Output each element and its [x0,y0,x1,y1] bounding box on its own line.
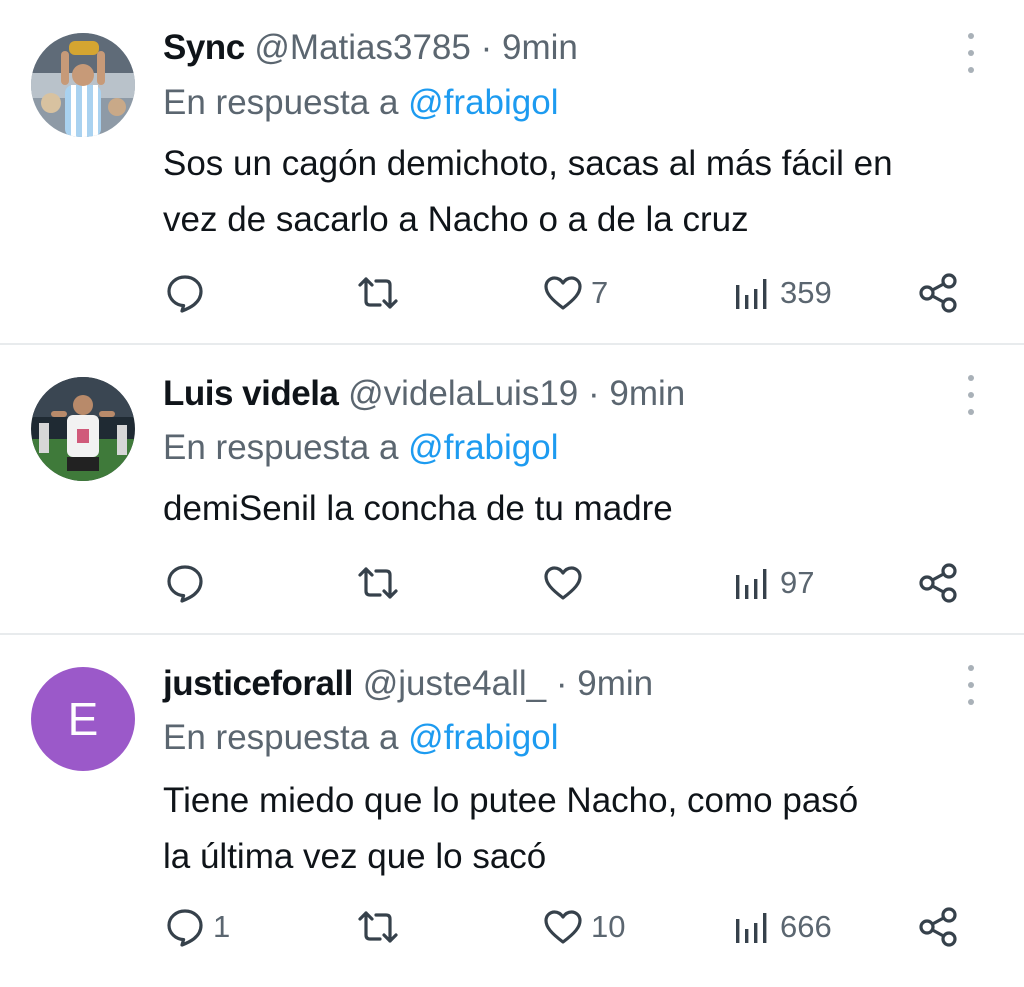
avatar[interactable]: E [31,667,135,771]
tweet-header: Sync @Matias3785 · 9min [163,27,578,69]
timestamp[interactable]: 9min [502,28,578,67]
tweet-text-line: vez de sacarlo a Nacho o a de la cruz [163,200,749,239]
reply-button[interactable] [163,268,213,318]
reply-mention-link[interactable]: @frabigol [408,718,558,757]
reply-button[interactable]: 1 [163,902,230,952]
like-count: 10 [591,909,626,944]
views-button[interactable]: 359 [730,268,832,318]
avatar[interactable] [31,33,135,137]
separator-dot: · [480,28,493,67]
tweet-text-line: la última vez que lo sacó [163,837,547,876]
avatar-letter: E [67,693,99,745]
like-button[interactable] [541,558,591,608]
separator-dot: · [588,374,600,413]
views-icon [736,569,767,599]
reply-feed: Sync @Matias3785 · 9min En respuesta a @… [0,0,1024,987]
heart-icon [544,910,582,944]
retweet-icon [358,911,398,943]
author-handle[interactable]: @Matias3785 [254,28,470,67]
tweet-text-line: Sos un cagón demichoto, sacas al más fác… [163,144,893,183]
reply-prefix: En respuesta a [163,428,399,467]
avatar-image [31,33,135,137]
views-icon [736,279,767,309]
tweet-text: demiSenil la concha de tu madre [163,481,1003,537]
author-name[interactable]: Luis videla [163,374,339,413]
author-handle[interactable]: @videlaLuis19 [348,374,578,413]
reply-mention-link[interactable]: @frabigol [408,428,558,467]
retweet-icon [358,277,398,309]
more-icon[interactable] [960,33,982,73]
retweet-button[interactable] [354,268,408,318]
reply-icon [167,565,203,603]
reply-context: En respuesta a @frabigol [163,82,559,124]
tweet-text-line: Tiene miedo que lo putee Nacho, como pas… [163,781,859,820]
reply-context: En respuesta a @frabigol [163,717,559,759]
share-button[interactable] [916,268,962,318]
tweet[interactable]: Sync @Matias3785 · 9min En respuesta a @… [0,0,1024,344]
reply-icon [167,909,203,947]
share-icon [919,273,957,313]
share-button[interactable] [916,558,962,608]
tweet-header: Luis videla @videlaLuis19 · 9min [163,373,685,415]
action-bar: 1 10 666 [0,902,1024,952]
author-handle[interactable]: @juste4all_ [363,664,546,703]
views-button[interactable]: 97 [730,558,814,608]
views-button[interactable]: 666 [730,902,832,952]
reply-context: En respuesta a @frabigol [163,427,559,469]
view-count: 666 [780,909,832,944]
timestamp[interactable]: 9min [609,374,685,413]
reply-button[interactable] [163,558,213,608]
more-icon[interactable] [960,375,982,415]
like-button[interactable]: 10 [541,902,625,952]
reply-prefix: En respuesta a [163,83,399,122]
tweet[interactable]: Luis videla @videlaLuis19 · 9min En resp… [0,345,1024,634]
share-icon [919,907,957,947]
reply-mention-link[interactable]: @frabigol [408,83,558,122]
reply-prefix: En respuesta a [163,718,399,757]
like-button[interactable]: 7 [541,268,608,318]
views-icon [736,913,767,943]
separator-dot: · [555,664,568,703]
action-bar: 97 [0,558,1024,608]
author-name[interactable]: Sync [163,28,245,67]
tweet-text: Sos un cagón demichoto, sacas al más fác… [163,136,1003,248]
share-button[interactable] [916,902,962,952]
reply-count: 1 [213,909,231,944]
retweet-button[interactable] [354,558,408,608]
timestamp[interactable]: 9min [577,664,653,703]
reply-icon [167,275,203,313]
tweet-header: justiceforall @juste4all_ · 9min [163,663,653,705]
avatar-image [31,377,135,481]
heart-icon [544,566,582,600]
like-count: 7 [591,275,609,310]
action-bar: 7 359 [0,268,1024,318]
tweet[interactable]: E justiceforall @juste4all_ · 9min En re… [0,635,1024,987]
author-name[interactable]: justiceforall [163,664,353,703]
retweet-button[interactable] [354,902,408,952]
view-count: 97 [780,565,815,600]
more-icon[interactable] [960,665,982,705]
retweet-icon [358,567,398,599]
avatar[interactable] [31,377,135,481]
tweet-text-line: demiSenil la concha de tu madre [163,489,673,528]
share-icon [919,563,957,603]
tweet-text: Tiene miedo que lo putee Nacho, como pas… [163,773,1003,885]
view-count: 359 [780,275,832,310]
heart-icon [544,276,582,310]
